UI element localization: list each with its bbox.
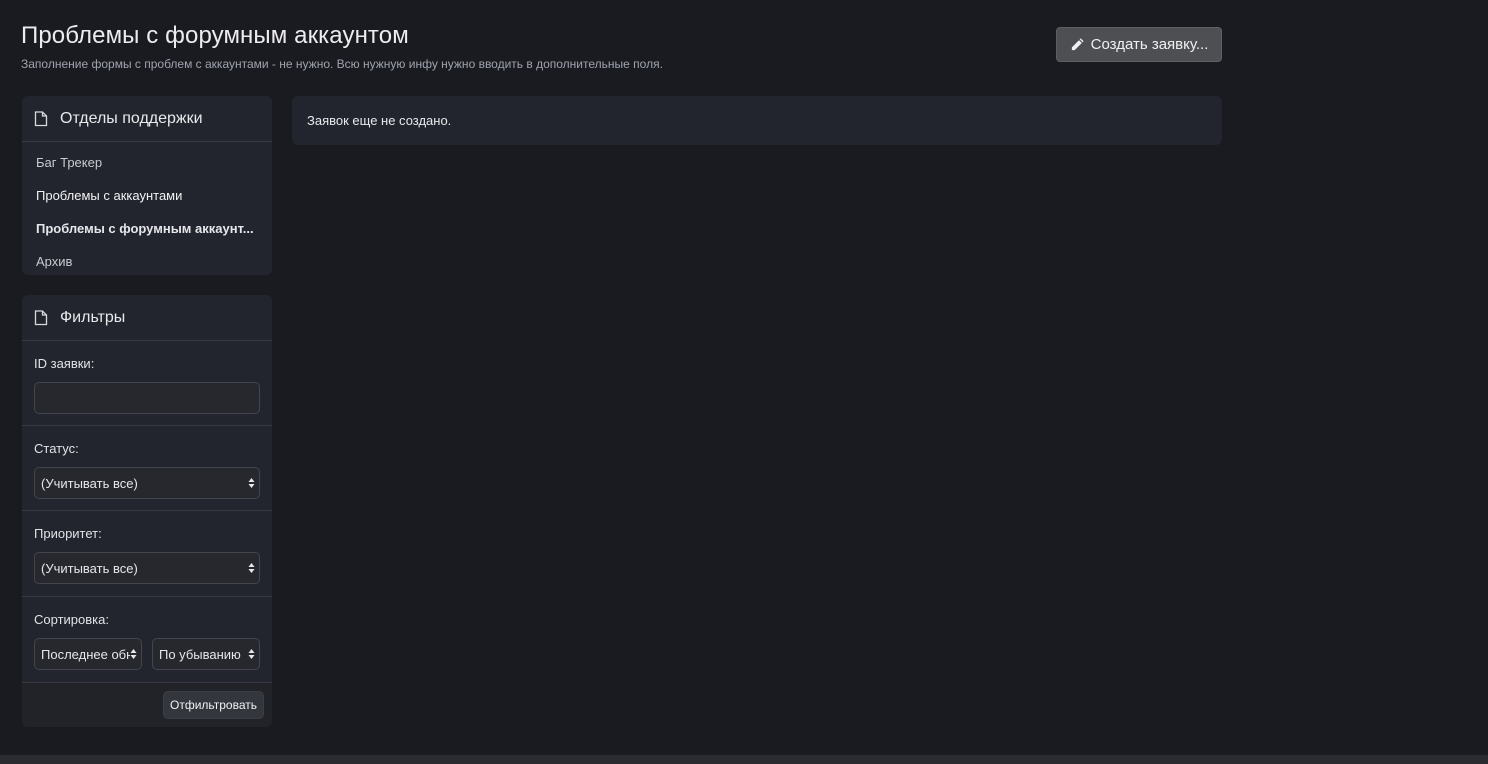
status-filter: Статус: (Учитывать все) [22, 426, 272, 511]
department-item-bug-tracker[interactable]: Баг Трекер [22, 146, 272, 179]
document-icon [34, 110, 48, 126]
filters-title: Фильтры [60, 308, 126, 326]
tickets-empty-panel: Заявок еще не создано. [292, 96, 1222, 145]
filters-header: Фильтры [22, 295, 272, 341]
sort-order-select[interactable]: По убыванию [152, 638, 260, 670]
pencil-icon [1071, 38, 1084, 51]
filters-footer: Отфильтровать [22, 683, 272, 727]
priority-filter: Приоритет: (Учитывать все) [22, 511, 272, 597]
department-item-archive[interactable]: Архив [22, 245, 272, 278]
status-select[interactable]: (Учитывать все) [34, 467, 260, 499]
priority-select[interactable]: (Учитывать все) [34, 552, 260, 584]
departments-title: Отделы поддержки [60, 109, 203, 127]
page: Проблемы с форумным аккаунтом Заполнение… [0, 0, 1488, 764]
select-arrows-icon [248, 649, 255, 659]
department-item-forum-account-problems[interactable]: Проблемы с форумным аккаунт... [22, 212, 272, 245]
sort-filter: Сортировка: Последнее обн По убыванию [22, 597, 272, 683]
priority-label: Приоритет: [34, 526, 102, 541]
select-arrows-icon [248, 563, 255, 573]
ticket-id-input[interactable] [34, 382, 260, 414]
footer-bar [0, 755, 1488, 764]
sort-field-select[interactable]: Последнее обн [34, 638, 142, 670]
page-subtitle: Заполнение формы с проблем с аккаунтами … [21, 57, 663, 71]
page-title: Проблемы с форумным аккаунтом [21, 22, 409, 49]
priority-select-value: (Учитывать все) [41, 560, 138, 576]
departments-list: Баг Трекер Проблемы с аккаунтами Проблем… [22, 142, 272, 278]
create-ticket-button[interactable]: Создать заявку... [1056, 27, 1222, 62]
empty-message: Заявок еще не создано. [307, 113, 452, 128]
sort-order-value: По убыванию [159, 646, 241, 662]
select-arrows-icon [130, 648, 137, 660]
status-select-value: (Учитывать все) [41, 475, 138, 491]
support-departments-panel: Отделы поддержки Баг Трекер Проблемы с а… [22, 96, 272, 275]
status-label: Статус: [34, 441, 79, 456]
sort-selects: Последнее обн По убыванию [34, 638, 260, 670]
ticket-id-filter: ID заявки: [22, 341, 272, 426]
filter-submit-button[interactable]: Отфильтровать [163, 691, 264, 719]
filters-panel: Фильтры ID заявки: Статус: (Учитывать вс… [22, 295, 272, 727]
select-arrows-icon [248, 478, 255, 488]
create-ticket-label: Создать заявку... [1090, 36, 1209, 53]
departments-header: Отделы поддержки [22, 96, 272, 142]
ticket-id-label: ID заявки: [34, 356, 95, 371]
document-icon [34, 309, 48, 325]
sort-label: Сортировка: [34, 612, 109, 627]
department-item-account-problems[interactable]: Проблемы с аккаунтами [22, 179, 272, 212]
sort-field-value: Последнее обн [41, 646, 134, 662]
